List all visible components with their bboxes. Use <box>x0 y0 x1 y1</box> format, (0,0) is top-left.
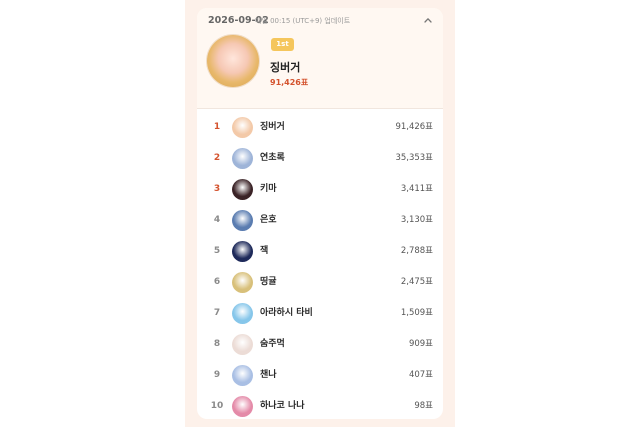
member-avatar <box>232 210 253 231</box>
ranking-row[interactable]: 4 은호 3,130표 <box>197 205 443 236</box>
ranking-card: 2026-09-02 매일 00:15 (UTC+9) 업데이트 1st 징버거… <box>197 8 443 419</box>
rank-number: 3 <box>213 184 221 194</box>
rank-number: 6 <box>213 277 221 287</box>
ranking-row[interactable]: 1 징버거 91,426표 <box>197 112 443 143</box>
member-avatar <box>232 396 253 417</box>
member-avatar <box>232 272 253 293</box>
member-name: 숨주먹 <box>260 339 285 349</box>
vote-count: 2,475표 <box>400 277 433 287</box>
member-name: 아라하시 타비 <box>260 308 313 318</box>
ranking-row[interactable]: 8 숨주먹 909표 <box>197 329 443 360</box>
vote-count: 35,353표 <box>395 153 433 163</box>
first-place-badge: 1st <box>271 38 294 51</box>
member-avatar <box>232 334 253 355</box>
header-divider <box>197 108 443 109</box>
vote-count: 98표 <box>414 401 433 411</box>
member-avatar <box>232 241 253 262</box>
vote-count: 407표 <box>408 370 433 380</box>
rank-number: 10 <box>210 401 224 411</box>
member-name: 하나코 나나 <box>260 401 305 411</box>
vote-count: 3,411표 <box>400 184 433 194</box>
vote-count: 2,788표 <box>400 246 433 256</box>
member-name: 키마 <box>260 184 277 194</box>
ranking-row[interactable]: 9 챈나 407표 <box>197 360 443 391</box>
member-avatar <box>232 365 253 386</box>
rank-number: 8 <box>213 339 221 349</box>
rank-number: 9 <box>213 370 221 380</box>
member-avatar <box>232 303 253 324</box>
winner-name: 징버거 <box>270 61 301 74</box>
vote-count: 909표 <box>408 339 433 349</box>
vote-count: 91,426표 <box>395 122 433 132</box>
ranking-row[interactable]: 6 띵귤 2,475표 <box>197 267 443 298</box>
winner-avatar <box>207 35 259 87</box>
member-name: 징버거 <box>260 122 285 132</box>
ranking-header: 2026-09-02 매일 00:15 (UTC+9) 업데이트 1st 징버거… <box>197 8 443 108</box>
winner-votes: 91,426표 <box>270 78 309 87</box>
rank-number: 7 <box>213 308 221 318</box>
ranking-row[interactable]: 3 키마 3,411표 <box>197 174 443 205</box>
member-name: 은호 <box>260 215 277 225</box>
member-name: 잭 <box>260 246 269 256</box>
rank-number: 2 <box>213 153 221 163</box>
ranking-row[interactable]: 7 아라하시 타비 1,509표 <box>197 298 443 329</box>
rank-number: 4 <box>213 215 221 225</box>
ranking-row[interactable]: 5 잭 2,788표 <box>197 236 443 267</box>
member-name: 연초록 <box>260 153 285 163</box>
update-schedule-label: 매일 00:15 (UTC+9) 업데이트 <box>255 17 351 25</box>
member-name: 띵귤 <box>260 277 277 287</box>
member-avatar <box>232 179 253 200</box>
vote-count: 3,130표 <box>400 215 433 225</box>
member-avatar <box>232 117 253 138</box>
member-name: 챈나 <box>260 370 277 380</box>
ranking-row[interactable]: 2 연초록 35,353표 <box>197 143 443 174</box>
rank-number: 1 <box>213 122 221 132</box>
chevron-up-icon[interactable] <box>423 15 433 25</box>
rank-number: 5 <box>213 246 221 256</box>
member-avatar <box>232 148 253 169</box>
vote-count: 1,509표 <box>400 308 433 318</box>
ranking-row[interactable]: 10 하나코 나나 98표 <box>197 391 443 422</box>
